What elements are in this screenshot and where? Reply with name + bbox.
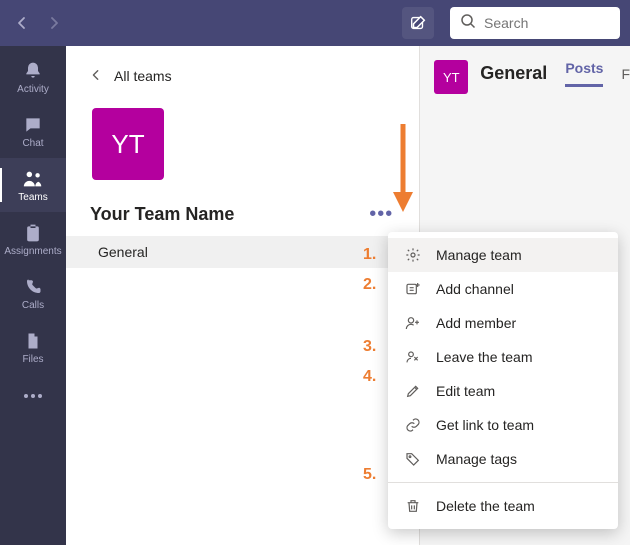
all-teams-link[interactable]: All teams: [66, 46, 419, 96]
file-icon: [24, 330, 42, 352]
annotation-number-5: 5.: [363, 466, 376, 484]
rail-activity[interactable]: Activity: [0, 50, 66, 104]
menu-item-label: Manage team: [436, 247, 522, 263]
bell-icon: [23, 60, 43, 82]
trash-icon: [404, 497, 422, 515]
teams-icon: [22, 168, 44, 190]
channel-title: General: [480, 63, 547, 84]
nav-forward-button[interactable]: [42, 11, 66, 35]
nav-back-button[interactable]: [10, 11, 34, 35]
tab-files-partial[interactable]: F: [621, 66, 630, 82]
gear-icon: [404, 246, 422, 264]
assignments-icon: [23, 222, 43, 244]
leave-icon: [404, 348, 422, 366]
annotation-arrow: [391, 124, 415, 219]
menu-item-label: Delete the team: [436, 498, 535, 514]
channel-label: General: [98, 244, 148, 260]
menu-edit-team[interactable]: Edit team: [388, 374, 618, 408]
team-avatar: YT: [92, 108, 164, 180]
rail-label: Files: [22, 354, 43, 365]
annotation-number-3: 3.: [363, 338, 376, 356]
add-member-icon: [404, 314, 422, 332]
pencil-icon: [404, 382, 422, 400]
phone-icon: [24, 276, 42, 298]
rail-files[interactable]: Files: [0, 320, 66, 374]
rail-calls[interactable]: Calls: [0, 266, 66, 320]
rail-assignments[interactable]: Assignments: [0, 212, 66, 266]
rail-label: Calls: [22, 300, 44, 311]
rail-teams[interactable]: Teams: [0, 158, 66, 212]
menu-item-label: Get link to team: [436, 417, 534, 433]
search-input[interactable]: [484, 15, 610, 31]
menu-add-member[interactable]: Add member: [388, 306, 618, 340]
link-icon: [404, 416, 422, 434]
channel-avatar: YT: [434, 60, 468, 94]
search-icon: [460, 13, 476, 34]
annotation-number-4: 4.: [363, 368, 376, 386]
all-teams-label: All teams: [114, 68, 172, 84]
tag-icon: [404, 450, 422, 468]
search-box[interactable]: [450, 7, 620, 39]
chevron-left-icon: [90, 68, 102, 84]
app-rail: Activity Chat Teams Assignments Calls: [0, 46, 66, 545]
menu-manage-team[interactable]: Manage team: [388, 238, 618, 272]
menu-item-label: Add channel: [436, 281, 514, 297]
rail-label: Assignments: [4, 246, 61, 257]
rail-label: Chat: [22, 138, 43, 149]
menu-item-label: Edit team: [436, 383, 495, 399]
team-name: Your Team Name: [90, 204, 234, 225]
team-context-menu: Manage team Add channel Add member Leave…: [388, 232, 618, 529]
title-bar: [0, 0, 630, 46]
menu-leave-team[interactable]: Leave the team: [388, 340, 618, 374]
menu-item-label: Leave the team: [436, 349, 533, 365]
annotation-number-2: 2.: [363, 276, 376, 294]
chat-icon: [23, 114, 43, 136]
menu-item-label: Manage tags: [436, 451, 517, 467]
rail-label: Activity: [17, 84, 49, 95]
menu-delete-team[interactable]: Delete the team: [388, 489, 618, 523]
rail-chat[interactable]: Chat: [0, 104, 66, 158]
annotation-number-1: 1.: [363, 246, 376, 264]
menu-manage-tags[interactable]: Manage tags: [388, 442, 618, 476]
menu-add-channel[interactable]: Add channel: [388, 272, 618, 306]
menu-get-link[interactable]: Get link to team: [388, 408, 618, 442]
tab-posts[interactable]: Posts: [565, 60, 603, 87]
rail-label: Teams: [18, 192, 47, 203]
rail-more-button[interactable]: [0, 376, 66, 416]
add-channel-icon: [404, 280, 422, 298]
menu-item-label: Add member: [436, 315, 516, 331]
compose-button[interactable]: [402, 7, 434, 39]
menu-separator: [388, 482, 618, 483]
